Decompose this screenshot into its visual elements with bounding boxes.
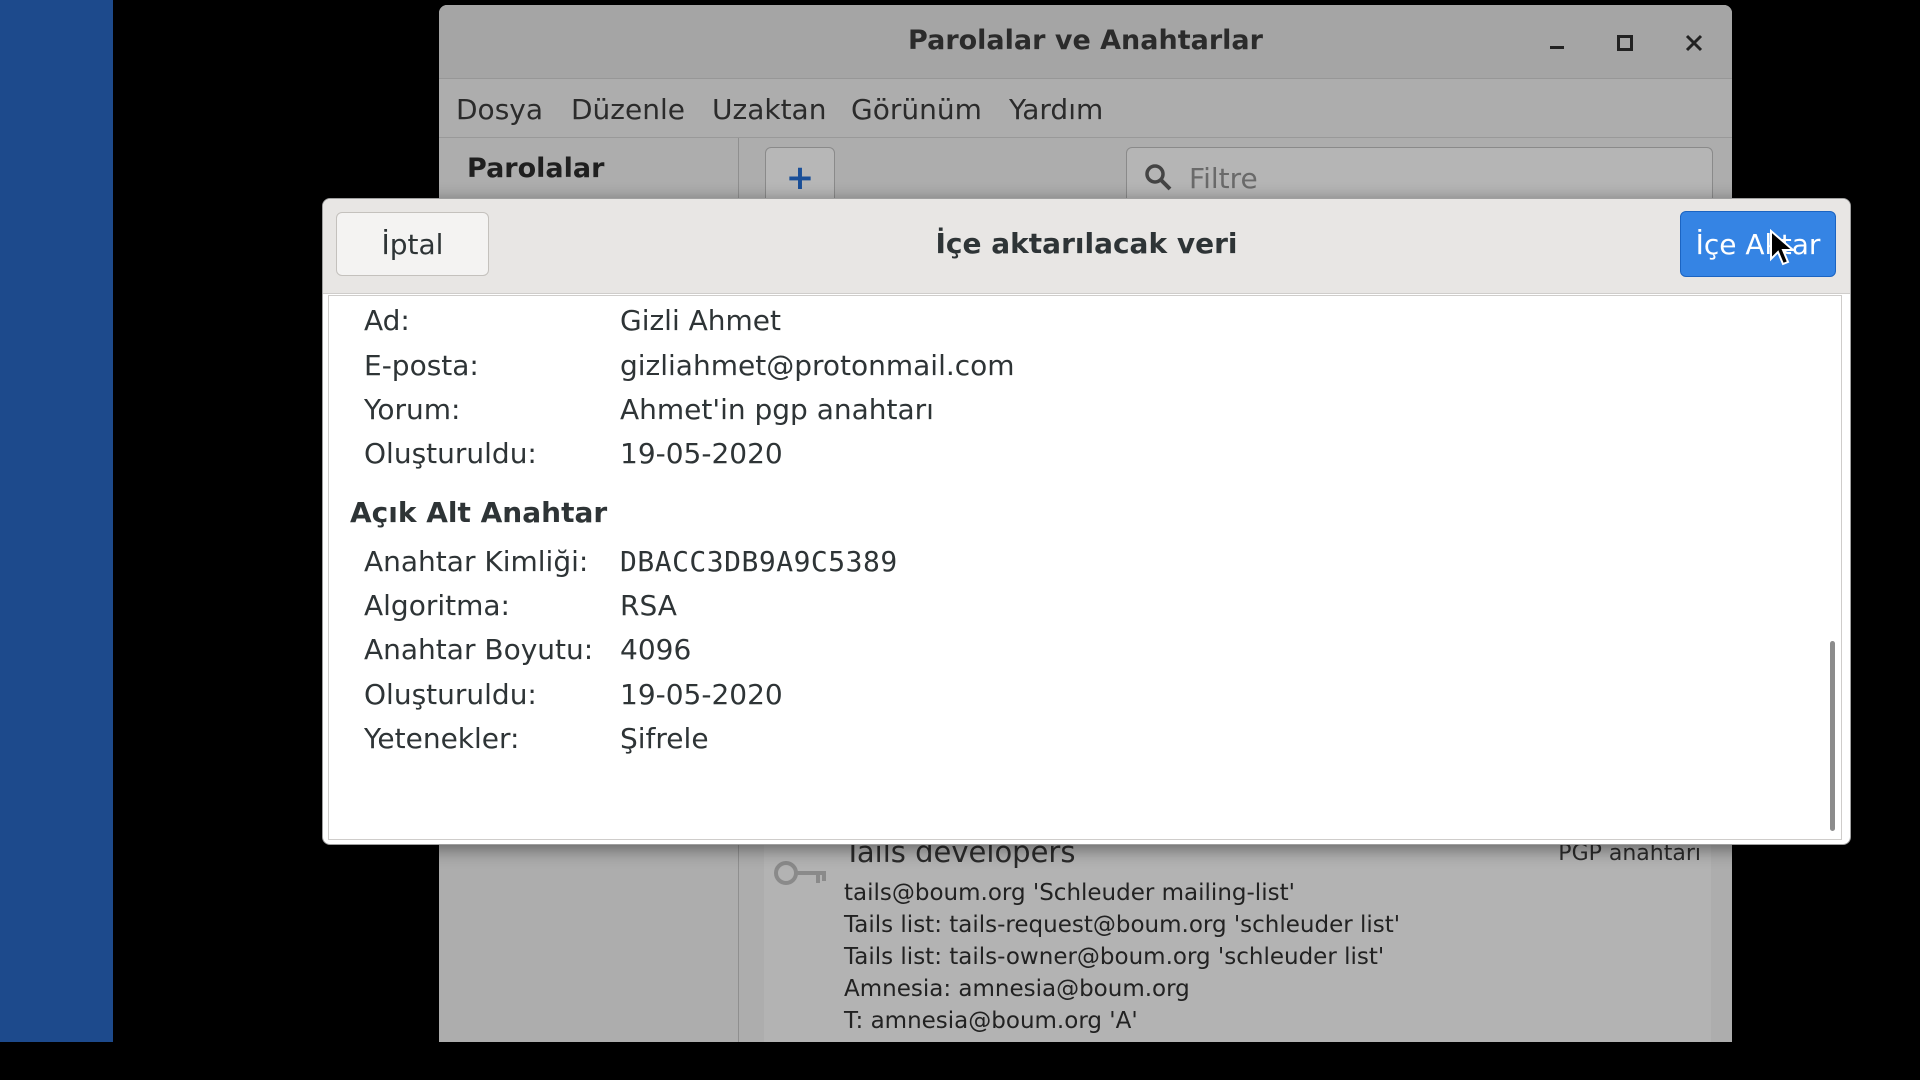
menu-file[interactable]: Dosya [456, 93, 543, 126]
maximize-icon [1617, 35, 1633, 51]
maximize-button[interactable] [1605, 23, 1645, 63]
subkey-capabilities-row: Yetenekler: Şifrele [364, 722, 709, 755]
plus-icon: + [785, 158, 815, 198]
field-comment-row: Yorum: Ahmet'in pgp anahtarı [364, 393, 934, 426]
title-bar: Parolalar ve Anahtarlar [439, 5, 1732, 79]
close-icon [1685, 34, 1703, 52]
subkey-size-row: Anahtar Boyutu: 4096 [364, 633, 691, 666]
subkey-created-row: Oluşturuldu: 19-05-2020 [364, 678, 783, 711]
dialog-header: İptal İçe aktarılacak veri İçe Aktar [323, 199, 1850, 294]
import-details-panel[interactable]: Ad: Gizli Ahmet E-posta: gizliahmet@proton… [328, 295, 1842, 840]
key-uid-line: Tails list: tails-owner@boum.org 'schleu… [844, 944, 1385, 970]
field-label: Ad: [364, 304, 410, 337]
key-uid-line: Tails list: tails-request@boum.org 'schl… [844, 912, 1401, 938]
field-value: RSA [620, 589, 677, 622]
field-label: Oluşturuldu: [364, 437, 537, 470]
menu-bar: Dosya Düzenle Uzaktan Görünüm Yardım [439, 79, 1732, 138]
field-label: Yetenekler: [364, 722, 520, 755]
desktop-background [0, 0, 113, 1080]
subkey-algorithm-row: Algoritma: RSA [364, 589, 677, 622]
field-email-row: E-posta: gizliahmet@protonmail.com [364, 349, 1015, 382]
menu-help[interactable]: Yardım [1009, 93, 1103, 126]
scrollbar-thumb[interactable] [1830, 641, 1835, 831]
key-uid-line: tails@boum.org 'Schleuder mailing-list' [844, 880, 1295, 906]
field-label: Yorum: [364, 393, 461, 426]
import-dialog: İptal İçe aktarılacak veri İçe Aktar Ad:… [322, 198, 1851, 845]
field-value: 19-05-2020 [620, 437, 783, 470]
close-button[interactable] [1674, 23, 1714, 63]
field-label: Anahtar Boyutu: [364, 633, 594, 666]
field-value: 19-05-2020 [620, 678, 783, 711]
field-label: Anahtar Kimliği: [364, 545, 589, 578]
key-uid-line: Amnesia: amnesia@boum.org [844, 976, 1190, 1002]
sidebar-heading-passwords[interactable]: Parolalar [467, 153, 604, 184]
subkey-id-row: Anahtar Kimliği: DBACC3DB9A9C5389 [364, 545, 898, 578]
field-value: Ahmet'in pgp anahtarı [620, 393, 934, 426]
field-label: Oluşturuldu: [364, 678, 537, 711]
minimize-button[interactable] [1537, 23, 1577, 63]
key-icon [774, 861, 826, 885]
subkey-section-title: Açık Alt Anahtar [350, 496, 608, 529]
field-value: gizliahmet@protonmail.com [620, 349, 1015, 382]
field-value: 4096 [620, 633, 692, 666]
field-created-row: Oluşturuldu: 19-05-2020 [364, 437, 783, 470]
filter-placeholder: Filtre [1189, 162, 1258, 195]
field-label: Algoritma: [364, 589, 510, 622]
import-button[interactable]: İçe Aktar [1680, 211, 1836, 277]
field-value: DBACC3DB9A9C5389 [620, 545, 898, 578]
minimize-icon [1550, 46, 1564, 49]
field-value: Gizli Ahmet [620, 304, 782, 337]
field-name-row: Ad: Gizli Ahmet [364, 304, 781, 337]
key-list-item[interactable]: Tails developers PGP anahtarı tails@boum… [764, 835, 1711, 1042]
search-icon [1145, 164, 1172, 191]
screen-bottom-edge [0, 1042, 1920, 1080]
key-uid-line: T: amnesia@boum.org 'A' [844, 1008, 1138, 1034]
mouse-cursor-icon [1770, 229, 1795, 266]
menu-view[interactable]: Görünüm [851, 93, 982, 126]
field-label: E-posta: [364, 349, 479, 382]
menu-remote[interactable]: Uzaktan [712, 93, 826, 126]
menu-edit[interactable]: Düzenle [571, 93, 685, 126]
field-value: Şifrele [620, 722, 709, 755]
dialog-title: İçe aktarılacak veri [935, 227, 1238, 260]
